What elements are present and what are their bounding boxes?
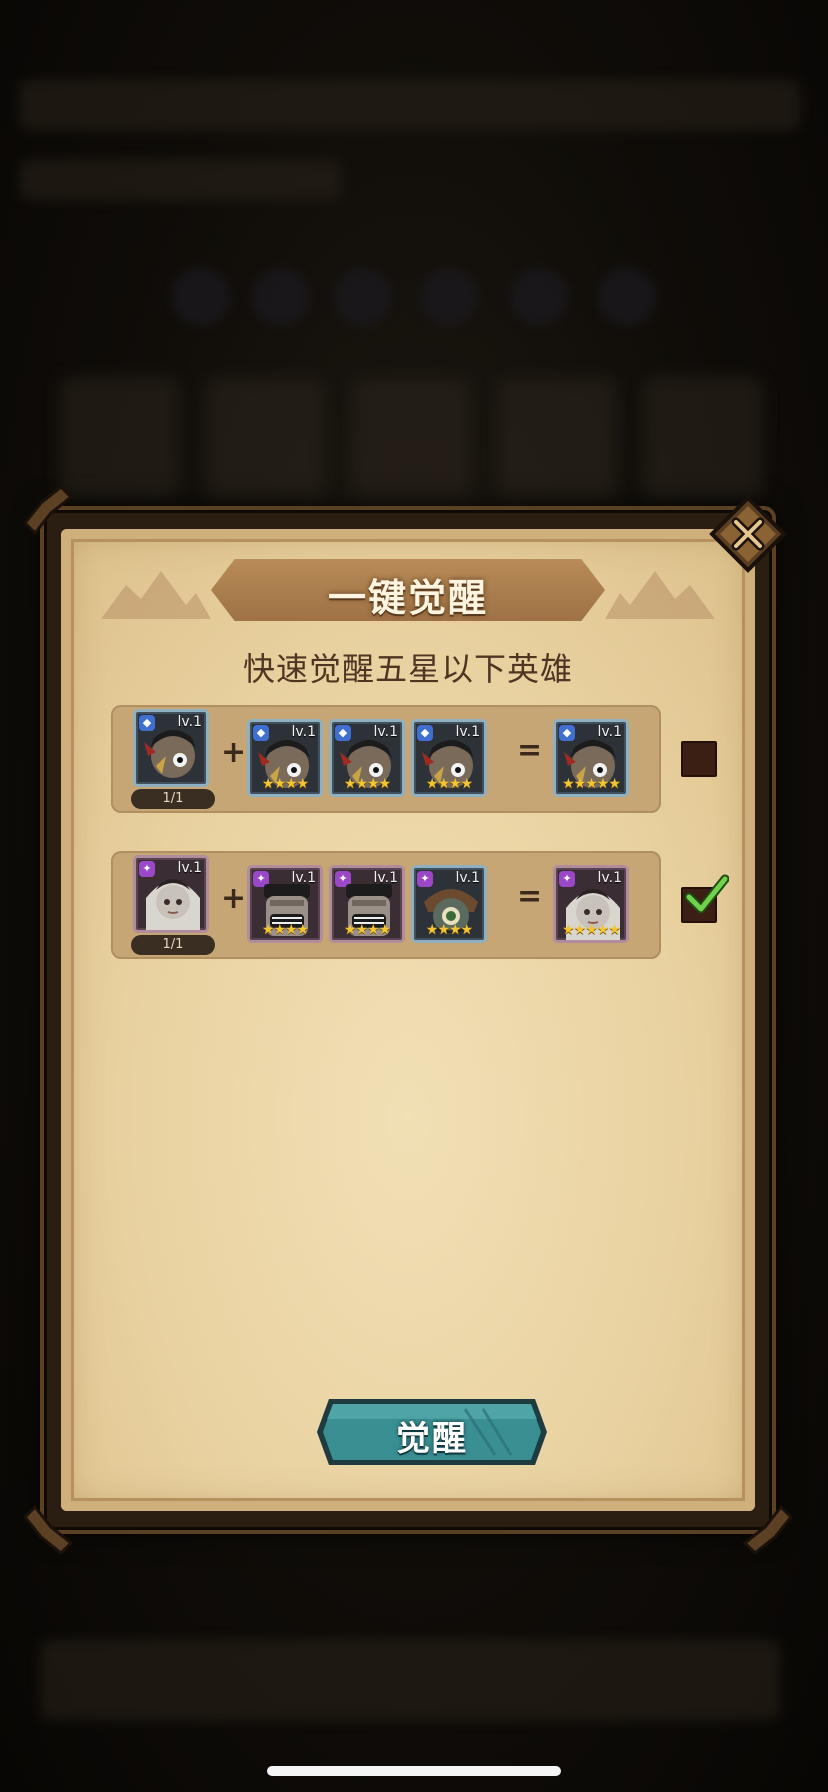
plus-sign: + — [221, 881, 247, 916]
background-hero-card — [60, 378, 178, 498]
material-hero-portrait[interactable]: ◆ lv.1 ★★★★ — [411, 719, 487, 797]
hero-face-icon — [142, 868, 204, 930]
corner-ornament-icon — [725, 1487, 795, 1557]
corner-ornament-icon — [21, 1487, 91, 1557]
material-hero-portrait[interactable]: ◆ lv.1 ★★★★ — [329, 719, 405, 797]
base-hero-portrait[interactable]: ◆ lv.1 — [133, 709, 209, 787]
star-rating: ★★★★★ — [562, 776, 621, 792]
background-filter-icon — [420, 268, 478, 326]
background-filter-icon — [172, 268, 230, 326]
corner-ornament-icon — [21, 483, 91, 553]
home-indicator[interactable] — [267, 1766, 561, 1776]
star-rating: ★★★★ — [343, 776, 391, 792]
recipe-select-checkbox[interactable] — [681, 874, 729, 923]
equals-sign: = — [517, 733, 543, 768]
star-rating: ★★★★ — [261, 776, 309, 792]
background-hero-card — [644, 378, 762, 498]
material-hero-portrait[interactable]: ✦ lv.1 ★★★★ — [247, 865, 323, 943]
dialog-parchment: 一键觉醒 快速觉醒五星以下英雄 ◆ lv.1 1/1 + ◆ lv.1 ★★★★… — [61, 529, 755, 1511]
background-filter-icon — [598, 268, 656, 326]
background-topbar — [20, 80, 800, 130]
star-rating: ★★★★ — [343, 922, 391, 938]
awaken-dialog: 一键觉醒 快速觉醒五星以下英雄 ◆ lv.1 1/1 + ◆ lv.1 ★★★★… — [22, 484, 794, 1556]
plus-sign: + — [221, 735, 247, 770]
recipe-row: ✦ lv.1 1/1 + ✦ lv.1 ★★★★ ✦ lv.1 ★★★★ ✦ l… — [111, 851, 661, 959]
star-rating: ★★★★★ — [562, 922, 621, 938]
material-hero-portrait[interactable]: ✦ lv.1 ★★★★ — [411, 865, 487, 943]
background-hero-card — [206, 378, 324, 498]
awaken-button-label: 觉醒 — [396, 1419, 468, 1459]
hero-face-icon — [142, 722, 204, 784]
star-rating: ★★★★ — [425, 776, 473, 792]
dialog-title: 一键觉醒 — [327, 576, 488, 620]
background-bottom-nav — [40, 1640, 780, 1720]
close-button[interactable] — [708, 494, 788, 574]
close-x-icon — [709, 495, 787, 573]
hero-count-badge: 1/1 — [131, 789, 215, 809]
background-hero-card — [498, 378, 616, 498]
base-hero-portrait[interactable]: ✦ lv.1 — [133, 855, 209, 933]
background-filter-icon — [510, 268, 568, 326]
checkmark-icon — [685, 874, 729, 914]
material-hero-portrait[interactable]: ◆ lv.1 ★★★★ — [247, 719, 323, 797]
awaken-button[interactable]: 觉醒 — [315, 1397, 549, 1467]
star-rating: ★★★★ — [261, 922, 309, 938]
background-header — [20, 160, 340, 200]
recipe-row: ◆ lv.1 1/1 + ◆ lv.1 ★★★★ ◆ lv.1 ★★★★ ◆ l… — [111, 705, 661, 813]
material-hero-portrait[interactable]: ✦ lv.1 ★★★★ — [329, 865, 405, 943]
result-hero-portrait[interactable]: ◆ lv.1 ★★★★★ — [553, 719, 629, 797]
result-hero-portrait[interactable]: ✦ lv.1 ★★★★★ — [553, 865, 629, 943]
recipe-select-checkbox[interactable] — [681, 741, 717, 777]
dialog-subtitle: 快速觉醒五星以下英雄 — [242, 650, 573, 688]
background-hero-card — [352, 378, 470, 498]
hero-count-badge: 1/1 — [131, 935, 215, 955]
star-rating: ★★★★ — [425, 922, 473, 938]
screen: 一键觉醒 快速觉醒五星以下英雄 ◆ lv.1 1/1 + ◆ lv.1 ★★★★… — [0, 0, 828, 1792]
background-filter-icon — [334, 268, 392, 326]
background-filter-icon — [252, 268, 310, 326]
equals-sign: = — [517, 879, 543, 914]
